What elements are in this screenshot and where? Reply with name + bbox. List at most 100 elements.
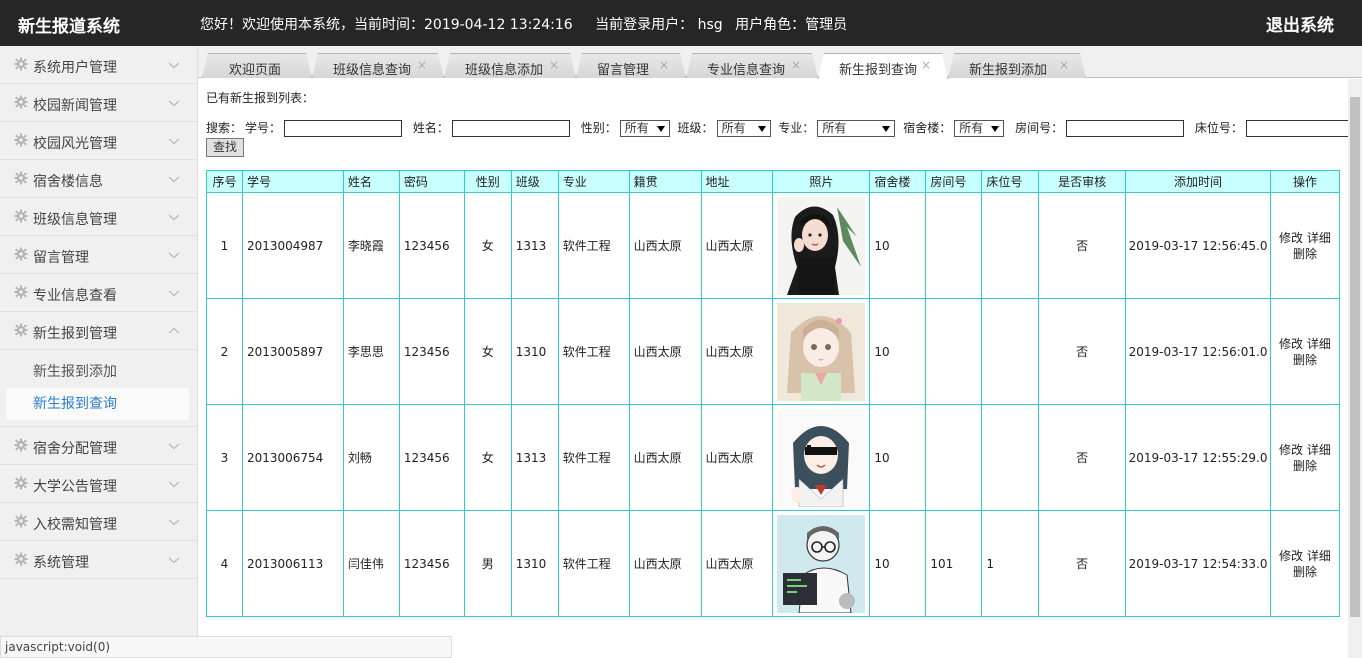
tab-2[interactable]: 班级信息查询 × xyxy=(312,53,444,78)
sidebar-submenu: 新生报到添加 新生报到查询 xyxy=(0,350,197,427)
cell-address: 山西太原 xyxy=(700,404,774,511)
cell-room xyxy=(925,404,983,511)
edit-link[interactable]: 修改 xyxy=(1279,443,1303,457)
cell-gender: 女 xyxy=(463,298,512,405)
column-header: 专业 xyxy=(557,170,630,193)
close-icon[interactable]: × xyxy=(549,58,559,72)
column-header: 床位号 xyxy=(981,170,1040,193)
sidebar-menu-item[interactable]: 宿舍分配管理 xyxy=(0,427,197,465)
cell-password: 123456 xyxy=(398,404,465,511)
class-select[interactable]: 所有 xyxy=(716,120,771,137)
chevron-down-icon xyxy=(168,249,180,261)
detail-link[interactable]: 详细 xyxy=(1307,231,1331,245)
search-button[interactable]: 查找 xyxy=(206,138,244,157)
close-icon[interactable]: × xyxy=(921,58,931,72)
sidebar-menu-item[interactable]: 校园新闻管理 xyxy=(0,84,197,122)
student-table: 序号 学号 姓名 密码 性别 班级 专业 籍贯 地址 照片 宿舍楼 房间号 床位号 是否审核 添加时间 操作 … xyxy=(206,170,1341,617)
detail-link[interactable]: 详细 xyxy=(1307,337,1331,351)
search-form: 搜索： 学号： 姓名： 性别： 所有 班级： 所有 专业： 所有 宿舍楼： 所有 房间号：… xyxy=(206,119,1362,137)
chevron-down-icon xyxy=(168,554,180,566)
tab-5[interactable]: 专业信息查询 × xyxy=(686,53,818,78)
room-label: 房间号： xyxy=(1015,121,1064,135)
student-no-label: 学号： xyxy=(245,121,282,135)
sidebar-menu-item[interactable]: 班级信息管理 xyxy=(0,198,197,236)
cell-audit: 否 xyxy=(1038,510,1127,617)
sidebar-menu-item[interactable]: 专业信息查看 xyxy=(0,274,197,312)
sidebar-menu-item[interactable]: 系统用户管理 xyxy=(0,46,197,84)
list-title: 已有新生报到列表： xyxy=(206,91,315,105)
cell-index: 3 xyxy=(206,404,243,511)
close-icon[interactable]: × xyxy=(417,58,427,72)
edit-link[interactable]: 修改 xyxy=(1279,337,1303,351)
close-icon[interactable]: × xyxy=(791,58,801,72)
room-input[interactable] xyxy=(1066,120,1185,137)
cell-audit: 否 xyxy=(1038,404,1127,511)
scrollbar-thumb[interactable] xyxy=(1350,97,1360,617)
edit-link[interactable]: 修改 xyxy=(1279,549,1303,563)
cell-address: 山西太原 xyxy=(700,510,774,617)
sidebar-item-label: 大学公告管理 xyxy=(33,479,117,495)
edit-link[interactable]: 修改 xyxy=(1279,231,1303,245)
cell-added-time: 2019-03-17 12:55:29.0 xyxy=(1125,404,1271,511)
detail-link[interactable]: 详细 xyxy=(1307,443,1331,457)
cell-dorm: 10 xyxy=(869,510,927,617)
delete-link[interactable]: 删除 xyxy=(1293,565,1317,579)
gear-icon xyxy=(14,514,28,528)
column-header: 操作 xyxy=(1269,170,1341,193)
column-header: 照片 xyxy=(772,170,871,193)
name-input[interactable] xyxy=(451,120,570,137)
detail-link[interactable]: 详细 xyxy=(1307,549,1331,563)
close-icon[interactable]: × xyxy=(1059,58,1069,72)
cell-student-no: 2013004987 xyxy=(241,192,344,299)
gear-icon xyxy=(14,247,28,261)
sidebar-item-label: 专业信息查看 xyxy=(33,288,117,304)
dropdown-arrow-icon xyxy=(882,126,891,132)
sidebar-subitem-active[interactable]: 新生报到查询 xyxy=(6,388,189,420)
bed-input[interactable] xyxy=(1245,120,1362,137)
cell-name: 刘畅 xyxy=(342,404,400,511)
sidebar-item-label: 校园风光管理 xyxy=(33,136,117,152)
cell-operations: 修改 详细删除 xyxy=(1269,192,1341,299)
sidebar-menu-item[interactable]: 宿舍楼信息 xyxy=(0,160,197,198)
tab-7[interactable]: 新生报到添加 × xyxy=(948,53,1086,78)
sidebar-menu-item[interactable]: 入校需知管理 xyxy=(0,503,197,541)
welcome-bar: 您好！欢迎使用本系统，当前时间：2019-04-12 13:24:16 当前登录… xyxy=(200,14,851,34)
tab-1[interactable]: 欢迎页面 xyxy=(202,53,312,78)
chevron-down-icon xyxy=(168,97,180,109)
gender-select[interactable]: 所有 xyxy=(619,120,670,137)
column-header: 地址 xyxy=(700,170,774,193)
close-icon[interactable]: × xyxy=(659,58,669,72)
dorm-select-value: 所有 xyxy=(959,121,984,135)
sidebar-menu-item[interactable]: 大学公告管理 xyxy=(0,465,197,503)
sidebar-menu-item[interactable]: 新生报到管理 xyxy=(0,312,197,350)
delete-link[interactable]: 删除 xyxy=(1293,247,1317,261)
logout-button[interactable]: 退出系统 xyxy=(1266,11,1334,36)
delete-link[interactable]: 删除 xyxy=(1293,459,1317,473)
cell-major: 软件工程 xyxy=(557,192,630,299)
student-no-input[interactable] xyxy=(284,120,403,137)
tab-4[interactable]: 留言管理 × xyxy=(576,53,686,78)
sidebar-menu-item[interactable]: 校园风光管理 xyxy=(0,122,197,160)
dorm-select[interactable]: 所有 xyxy=(954,120,1005,137)
cell-bed xyxy=(981,192,1040,299)
major-select[interactable]: 所有 xyxy=(817,120,896,137)
tab-6[interactable]: 新生报到查询 × xyxy=(818,53,948,79)
sidebar-menu-item[interactable]: 留言管理 xyxy=(0,236,197,274)
delete-link[interactable]: 删除 xyxy=(1293,353,1317,367)
vertical-scrollbar[interactable] xyxy=(1348,79,1362,658)
tab-label: 班级信息查询 xyxy=(333,63,412,78)
sidebar-menu-item[interactable]: 系统管理 xyxy=(0,541,197,579)
main-content: 已有新生报到列表： 搜索： 学号： 姓名： 性别： 所有 班级： 所有 专业： 所有 宿… xyxy=(198,79,1362,658)
cell-password: 123456 xyxy=(398,192,465,299)
sidebar-item-label: 宿舍楼信息 xyxy=(33,174,103,190)
cell-room xyxy=(925,192,983,299)
sidebar-subitem[interactable]: 新生报到添加 xyxy=(6,356,189,388)
bed-label: 床位号： xyxy=(1194,121,1243,135)
table-row: 4 2013006113 闫佳伟 123456 男 1310 软件工程 山西太原 山西太原 10 1… xyxy=(206,510,1341,617)
major-select-value: 所有 xyxy=(822,121,847,135)
tab-3[interactable]: 班级信息添加 × xyxy=(444,53,576,78)
cell-major: 软件工程 xyxy=(557,510,630,617)
chevron-down-icon xyxy=(168,287,180,299)
table-row: 2 2013005897 李思思 123456 女 1310 软件工程 山西太原 山西太原 10 否… xyxy=(206,298,1341,405)
student-photo xyxy=(773,302,869,401)
